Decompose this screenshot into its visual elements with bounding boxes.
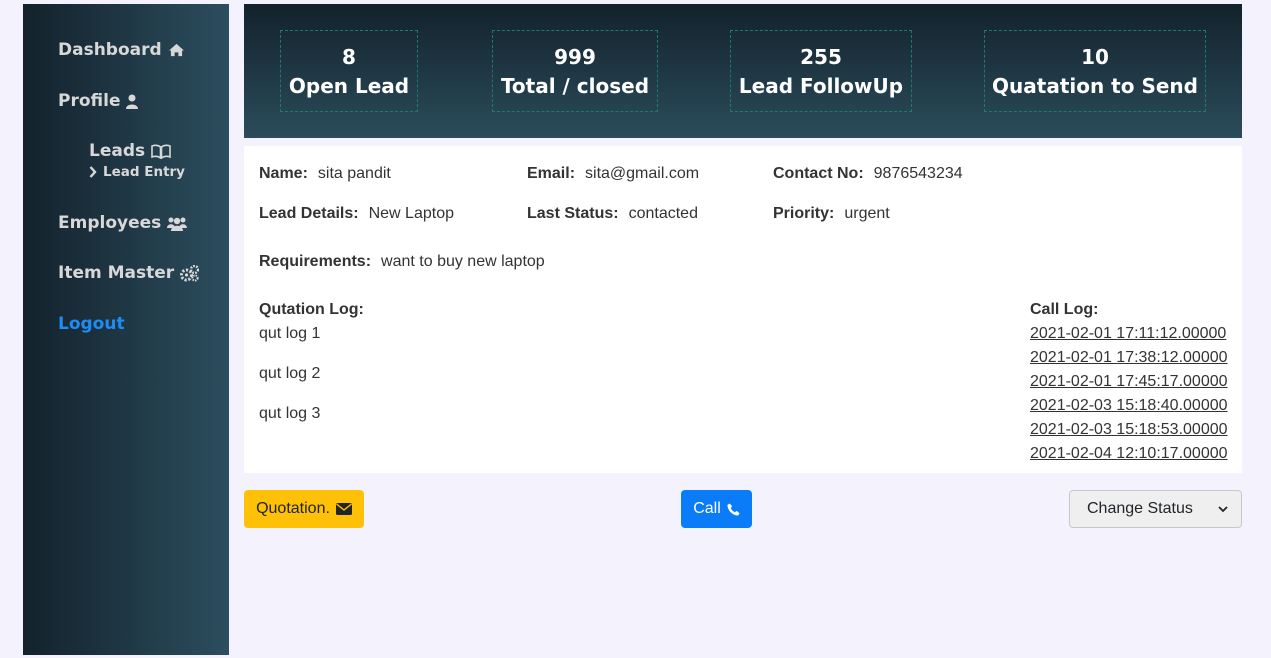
chevron-right-icon bbox=[89, 166, 97, 178]
call-log-link[interactable]: 2021-02-03 15:18:53.00000 bbox=[1030, 421, 1228, 439]
requirements-field: Requirements: want to buy new laptop bbox=[259, 253, 545, 271]
stat-total-closed[interactable]: 999 Total / closed bbox=[492, 30, 658, 112]
quotation-log-item: qut log 3 bbox=[259, 405, 321, 422]
sidebar-subitem-label: Lead Entry bbox=[103, 164, 185, 180]
name-label: Name: bbox=[259, 165, 308, 182]
lead-details-label: Lead Details: bbox=[259, 205, 359, 222]
lead-details-card: Name: sita pandit Email: sita@gmail.com Co… bbox=[244, 146, 1242, 473]
sidebar-item-employees[interactable]: Employees bbox=[58, 213, 188, 233]
sidebar-item-label: Leads bbox=[89, 141, 146, 161]
sidebar: Dashboard Profile Leads Lead Entry Emplo… bbox=[23, 4, 229, 655]
lead-details-field: Lead Details: New Laptop bbox=[259, 205, 454, 223]
stat-value: 8 bbox=[342, 45, 356, 69]
lead-details-value: New Laptop bbox=[368, 205, 454, 222]
requirements-value: want to buy new laptop bbox=[381, 253, 545, 270]
contact-value: 9876543234 bbox=[873, 165, 963, 182]
sidebar-item-label: Logout bbox=[58, 314, 125, 334]
call-log-link[interactable]: 2021-02-04 12:10:17.00000 bbox=[1030, 445, 1228, 463]
sidebar-item-label: Dashboard bbox=[58, 40, 162, 60]
stat-label: Lead FollowUp bbox=[738, 74, 904, 98]
email-value: sita@gmail.com bbox=[585, 165, 700, 182]
call-log-link[interactable]: 2021-02-01 17:38:12.00000 bbox=[1030, 349, 1228, 367]
stat-value: 10 bbox=[1081, 45, 1109, 69]
call-log-link[interactable]: 2021-02-01 17:45:17.00000 bbox=[1030, 373, 1228, 391]
sidebar-item-logout[interactable]: Logout bbox=[58, 314, 125, 334]
sidebar-item-dashboard[interactable]: Dashboard bbox=[58, 40, 185, 60]
user-icon bbox=[126, 94, 139, 109]
stat-label: Open Lead bbox=[288, 74, 410, 98]
stat-label: Quatation to Send bbox=[992, 74, 1198, 98]
chevron-down-icon bbox=[1218, 506, 1228, 513]
sidebar-item-label: Profile bbox=[58, 91, 121, 111]
quotation-log-item: qut log 1 bbox=[259, 325, 321, 342]
users-icon bbox=[167, 217, 188, 231]
sidebar-item-label: Item Master bbox=[58, 263, 175, 283]
call-button-label: Call bbox=[693, 500, 721, 517]
stat-label: Total / closed bbox=[500, 74, 650, 98]
name-value: sita pandit bbox=[317, 165, 391, 182]
stat-value: 255 bbox=[800, 45, 842, 69]
contact-field: Contact No: 9876543234 bbox=[773, 165, 963, 183]
envelope-icon bbox=[335, 503, 352, 515]
last-status-field: Last Status: contacted bbox=[527, 205, 698, 223]
email-field: Email: sita@gmail.com bbox=[527, 165, 699, 183]
call-log-link[interactable]: 2021-02-01 17:11:12.00000 bbox=[1030, 325, 1226, 343]
stat-open-lead[interactable]: 8 Open Lead bbox=[280, 30, 418, 112]
quotation-log-title: Qutation Log: bbox=[259, 301, 364, 318]
home-icon bbox=[168, 43, 184, 57]
priority-label: Priority: bbox=[773, 205, 835, 222]
call-log-link[interactable]: 2021-02-03 15:18:40.00000 bbox=[1030, 397, 1228, 415]
sidebar-item-leads[interactable]: Leads bbox=[89, 141, 171, 161]
contact-label: Contact No: bbox=[773, 165, 864, 182]
priority-value: urgent bbox=[844, 205, 890, 222]
stat-lead-followup[interactable]: 255 Lead FollowUp bbox=[730, 30, 912, 112]
quotation-button-label: Quotation. bbox=[256, 500, 330, 517]
last-status-label: Last Status: bbox=[527, 205, 619, 222]
sidebar-subitem-lead-entry[interactable]: Lead Entry bbox=[89, 164, 185, 180]
stat-quotation-to-send[interactable]: 10 Quatation to Send bbox=[984, 30, 1206, 112]
phone-icon bbox=[727, 502, 740, 516]
sidebar-item-label: Employees bbox=[58, 213, 162, 233]
change-status-select[interactable]: Change Status bbox=[1069, 490, 1242, 528]
change-status-value: Change Status bbox=[1087, 500, 1193, 517]
sidebar-item-item-master[interactable]: Item Master bbox=[58, 263, 200, 283]
call-log-title: Call Log: bbox=[1030, 301, 1099, 318]
stat-value: 999 bbox=[554, 45, 596, 69]
call-button[interactable]: Call bbox=[681, 490, 752, 528]
name-field: Name: sita pandit bbox=[259, 165, 391, 183]
quotation-log-item: qut log 2 bbox=[259, 365, 321, 382]
stats-header: 8 Open Lead 999 Total / closed 255 Lead … bbox=[244, 4, 1242, 138]
email-label: Email: bbox=[527, 165, 576, 182]
sidebar-item-profile[interactable]: Profile bbox=[58, 91, 139, 111]
last-status-value: contacted bbox=[628, 205, 698, 222]
book-icon bbox=[151, 144, 171, 159]
quotation-button[interactable]: Quotation. bbox=[244, 490, 364, 528]
requirements-label: Requirements: bbox=[259, 253, 372, 270]
cogs-icon bbox=[180, 264, 200, 282]
priority-field: Priority: urgent bbox=[773, 205, 890, 223]
